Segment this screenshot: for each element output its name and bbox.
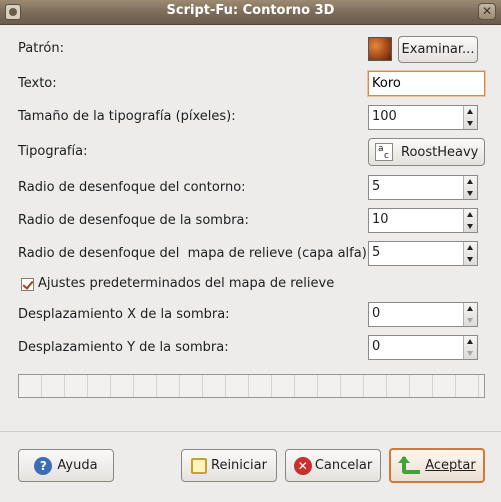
shadow-blur-value: 10	[372, 212, 389, 227]
bumpmap-blur-spinbox[interactable]: 5	[368, 241, 478, 266]
shadow-y-label: Desplazamiento Y de la sombra:	[18, 340, 229, 355]
divider	[0, 431, 501, 432]
ok-button-label: Aceptar	[425, 458, 476, 473]
arrow-down-icon[interactable]	[467, 318, 473, 323]
cancel-button-label: Cancelar	[314, 458, 373, 473]
default-bumpmap-label[interactable]: Ajustes predeterminados del mapa de reli…	[38, 276, 334, 291]
browse-button[interactable]: Examinar...	[398, 36, 478, 63]
arrow-down-icon[interactable]	[467, 191, 473, 196]
shadow-x-value: 0	[372, 306, 381, 321]
help-icon: ?	[34, 456, 53, 475]
shadow-blur-stepper[interactable]	[463, 209, 477, 232]
checkmark-icon	[22, 278, 34, 290]
bumpmap-blur-value: 5	[372, 245, 381, 260]
outline-blur-spinbox[interactable]: 5	[368, 175, 478, 200]
shadow-x-label: Desplazamiento X de la sombra:	[18, 307, 230, 322]
close-button[interactable]: ✕	[478, 3, 496, 20]
default-bumpmap-checkbox[interactable]	[21, 278, 34, 291]
shadow-y-stepper[interactable]	[463, 336, 477, 359]
help-button[interactable]: ? Ayuda	[18, 449, 114, 482]
font-select-button[interactable]: ac RoostHeavy	[368, 138, 485, 166]
outline-blur-stepper[interactable]	[463, 176, 477, 199]
arrow-up-icon[interactable]	[467, 212, 473, 217]
pattern-swatch[interactable]	[368, 37, 392, 61]
shadow-blur-spinbox[interactable]: 10	[368, 208, 478, 233]
arrow-down-icon[interactable]	[467, 121, 473, 126]
window-title: Script-Fu: Contorno 3D	[166, 3, 335, 18]
browse-button-label: Examinar...	[401, 42, 475, 57]
ok-button[interactable]: Aceptar	[389, 448, 485, 483]
shadow-y-value: 0	[372, 339, 381, 354]
cancel-icon: ✕	[293, 456, 312, 475]
outline-blur-label: Radio de desenfoque del contorno:	[18, 180, 246, 195]
bumpmap-blur-stepper[interactable]	[463, 242, 477, 265]
font-size-label: Tamaño de la tipografía (píxeles):	[18, 109, 236, 124]
text-label: Texto:	[18, 76, 57, 91]
font-name: RoostHeavy	[401, 144, 479, 160]
font-size-stepper[interactable]	[463, 106, 477, 129]
arrow-up-icon[interactable]	[467, 339, 473, 344]
arrow-down-icon[interactable]	[467, 351, 473, 356]
help-button-label: Ayuda	[57, 458, 98, 473]
outline-blur-value: 5	[372, 179, 381, 194]
reset-button[interactable]: Reiniciar	[181, 449, 277, 482]
arrow-up-icon[interactable]	[467, 245, 473, 250]
shadow-blur-label: Radio de desenfoque de la sombra:	[18, 213, 249, 228]
text-input[interactable]	[368, 71, 485, 96]
shadow-y-spinbox[interactable]: 0	[368, 335, 478, 360]
title-bar: Script-Fu: Contorno 3D ✕	[0, 0, 501, 25]
font-size-spinbox[interactable]: 100	[368, 105, 478, 130]
font-label: Tipografía:	[18, 144, 88, 159]
arrow-down-icon[interactable]	[467, 224, 473, 229]
pattern-label: Patrón:	[18, 41, 64, 56]
reset-icon	[191, 457, 207, 474]
cancel-button[interactable]: ✕ Cancelar	[285, 449, 381, 482]
arrow-up-icon[interactable]	[467, 306, 473, 311]
shadow-x-stepper[interactable]	[463, 303, 477, 326]
reset-button-label: Reiniciar	[211, 458, 267, 473]
arrow-up-icon[interactable]	[467, 179, 473, 184]
progress-bar	[18, 374, 485, 398]
font-icon: ac	[375, 143, 393, 161]
bumpmap-blur-label: Radio de desenfoque del mapa de relieve …	[18, 246, 372, 261]
accept-arrow-icon	[398, 455, 421, 475]
arrow-up-icon[interactable]	[467, 109, 473, 114]
arrow-down-icon[interactable]	[467, 257, 473, 262]
font-size-value: 100	[372, 109, 397, 124]
shadow-x-spinbox[interactable]: 0	[368, 302, 478, 327]
